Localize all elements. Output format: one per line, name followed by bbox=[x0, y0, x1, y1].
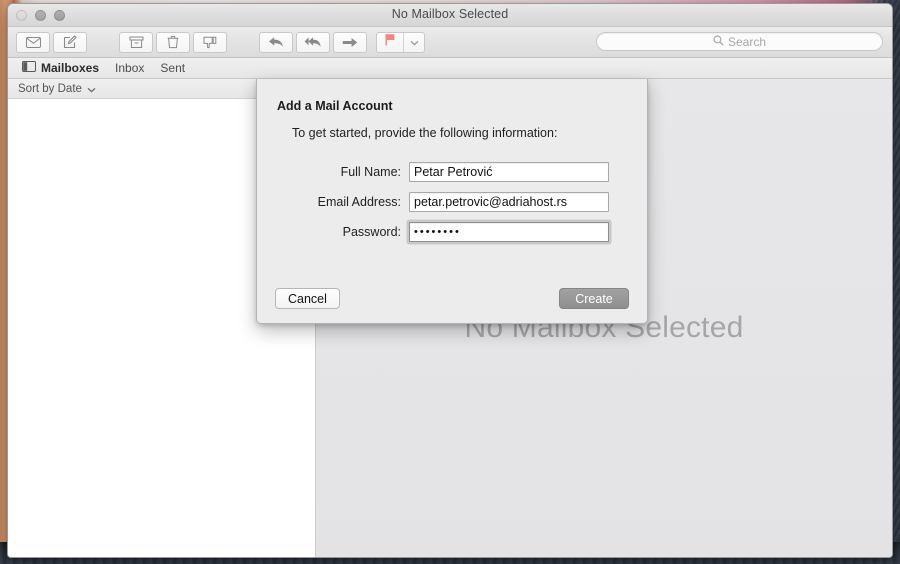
toolbar-group-reply bbox=[259, 31, 370, 53]
reply-all-button[interactable] bbox=[296, 31, 330, 53]
forward-arrow-icon bbox=[342, 37, 358, 48]
sidebar-toggle-icon bbox=[22, 61, 36, 75]
form-row-full-name: Full Name: bbox=[257, 162, 647, 182]
junk-button[interactable] bbox=[193, 31, 227, 53]
favorites-item-mailboxes[interactable]: Mailboxes bbox=[22, 61, 108, 75]
flag-split-button[interactable] bbox=[376, 31, 425, 53]
chevron-down-icon bbox=[87, 80, 96, 98]
sheet-title: Add a Mail Account bbox=[277, 99, 393, 113]
favorites-bar: Mailboxes Inbox Sent bbox=[8, 58, 892, 79]
compose-button[interactable] bbox=[53, 31, 87, 53]
mail-window: No Mailbox Selected Search Mailboxes Inb… bbox=[7, 3, 893, 558]
account-form: Full Name: Email Address: Password: bbox=[257, 162, 647, 242]
search-icon bbox=[713, 33, 724, 51]
create-button[interactable]: Create bbox=[559, 288, 629, 309]
forward-button[interactable] bbox=[333, 31, 367, 53]
archive-button[interactable] bbox=[119, 31, 153, 53]
toolbar: Search bbox=[8, 27, 892, 58]
trash-icon bbox=[167, 35, 179, 49]
sort-by-label: Sort by Date bbox=[18, 82, 82, 95]
search-input[interactable]: Search bbox=[596, 32, 883, 51]
flag-menu-button[interactable] bbox=[404, 33, 424, 52]
email-address-label: Email Address: bbox=[317, 195, 401, 209]
search-container[interactable]: Search bbox=[596, 32, 883, 51]
reply-arrow-icon bbox=[268, 36, 284, 48]
window-title: No Mailbox Selected bbox=[391, 7, 509, 21]
junk-thumbs-down-icon bbox=[203, 36, 217, 49]
password-label: Password: bbox=[342, 225, 401, 239]
toolbar-group-mail bbox=[16, 31, 90, 53]
add-mail-account-sheet: Add a Mail Account To get started, provi… bbox=[256, 79, 648, 324]
toolbar-group-organize bbox=[119, 31, 230, 53]
favorites-item-label: Mailboxes bbox=[41, 61, 100, 75]
compose-icon bbox=[63, 35, 77, 49]
form-row-password: Password: bbox=[257, 222, 647, 242]
favorites-item-label: Inbox bbox=[115, 61, 145, 75]
favorites-item-sent[interactable]: Sent bbox=[160, 61, 194, 75]
full-name-field[interactable] bbox=[409, 162, 609, 182]
password-field[interactable] bbox=[409, 222, 609, 242]
envelope-icon bbox=[25, 36, 41, 48]
reply-all-arrow-icon bbox=[304, 36, 322, 48]
sheet-subtitle: To get started, provide the following in… bbox=[292, 126, 558, 140]
cancel-button[interactable]: Cancel bbox=[275, 288, 340, 309]
email-address-field[interactable] bbox=[409, 192, 609, 212]
flag-icon bbox=[384, 33, 396, 51]
favorites-item-inbox[interactable]: Inbox bbox=[115, 61, 153, 75]
search-placeholder: Search bbox=[727, 34, 767, 49]
form-row-email-address: Email Address: bbox=[257, 192, 647, 212]
get-mail-button[interactable] bbox=[16, 31, 50, 53]
window-titlebar[interactable]: No Mailbox Selected bbox=[8, 4, 892, 27]
sheet-button-row: Cancel Create bbox=[257, 288, 647, 309]
archive-icon bbox=[129, 36, 144, 49]
window-body: Sort by Date No Mailbox Selected Add a M… bbox=[8, 79, 892, 557]
favorites-item-label: Sent bbox=[160, 61, 186, 75]
chevron-down-icon bbox=[410, 33, 419, 51]
reply-button[interactable] bbox=[259, 31, 293, 53]
delete-button[interactable] bbox=[156, 31, 190, 53]
full-name-label: Full Name: bbox=[340, 165, 401, 179]
flag-button[interactable] bbox=[377, 32, 404, 52]
